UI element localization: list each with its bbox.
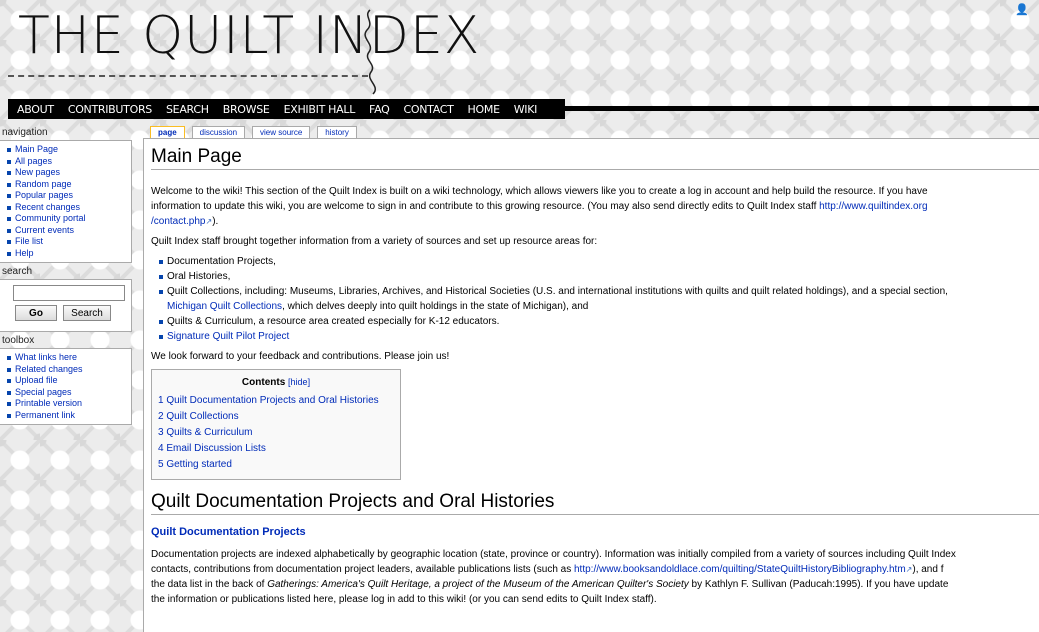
toolbox-title: toolbox: [2, 335, 35, 346]
gatherings-title: Gatherings: America's Quilt Heritage, a …: [267, 579, 689, 590]
toolbox-permanent-link[interactable]: Permanent link: [5, 410, 131, 422]
nav-popular-pages[interactable]: Popular pages: [5, 190, 131, 202]
contact-link-cont[interactable]: /contact.php: [151, 216, 205, 227]
nav-file-list[interactable]: File list: [5, 236, 131, 248]
doc-paragraph-line-3: the data list in the back of Gatherings:…: [151, 577, 1039, 592]
bibliography-link[interactable]: http://www.booksandoldlace.com/quilting/…: [574, 564, 906, 575]
doc-paragraph-line-2: contacts, contributions from documentati…: [151, 562, 1039, 577]
toolbox-special-pages[interactable]: Special pages: [5, 387, 131, 399]
nav-random-page[interactable]: Random page: [5, 179, 131, 191]
user-icon[interactable]: 👤: [1015, 3, 1029, 16]
intro-paragraph-line-3: /contact.php↗).: [151, 214, 1039, 229]
search-input[interactable]: [13, 285, 125, 301]
topnav-browse[interactable]: BROWSE: [223, 103, 270, 116]
intro-text: information to update this wiki, you are…: [151, 201, 820, 212]
main-content: Main Page Welcome to the wiki! This sect…: [143, 138, 1039, 632]
section-heading: Quilt Documentation Projects and Oral Hi…: [151, 490, 1039, 515]
search-button[interactable]: Search: [63, 305, 111, 321]
toc-item[interactable]: 2 Quilt Collections: [158, 409, 394, 425]
list-item: Oral Histories,: [159, 269, 1039, 284]
nav-main-page[interactable]: Main Page: [5, 144, 131, 156]
topnav-home[interactable]: HOME: [468, 103, 500, 116]
doc-text: the data list in the back of: [151, 579, 268, 590]
list-item: Documentation Projects,: [159, 254, 1039, 269]
toc-title: Contents [hide]: [158, 377, 394, 388]
doc-text: contacts, contributions from documentati…: [151, 564, 574, 575]
search-portlet: Go Search: [0, 279, 132, 332]
contact-link[interactable]: http://www.quiltindex.org: [819, 201, 927, 212]
list-item-text: Quilt Collections, including: Museums, L…: [167, 286, 948, 297]
intro-end: ).: [212, 216, 219, 227]
nav-all-pages[interactable]: All pages: [5, 156, 131, 168]
list-item: Quilt Collections, including: Museums, L…: [159, 284, 1039, 314]
navigation-portlet: Main Page All pages New pages Random pag…: [0, 140, 132, 263]
toc-item[interactable]: 5 Getting started: [158, 457, 394, 473]
topnav-search[interactable]: SEARCH: [166, 103, 209, 116]
nav-current-events[interactable]: Current events: [5, 225, 131, 237]
navigation-title: navigation: [2, 127, 48, 138]
logo-dashed-underline: [8, 75, 368, 77]
michigan-collections-link[interactable]: Michigan Quilt Collections: [167, 301, 282, 312]
topnav-faq[interactable]: FAQ: [369, 103, 390, 116]
nav-recent-changes[interactable]: Recent changes: [5, 202, 131, 214]
tab-discussion[interactable]: discussion: [191, 126, 246, 138]
toc-item[interactable]: 3 Quilts & Curriculum: [158, 425, 394, 441]
sidebar: navigation Main Page All pages New pages…: [0, 126, 132, 427]
toc-item[interactable]: 1 Quilt Documentation Projects and Oral …: [158, 393, 394, 409]
list-item: Signature Quilt Pilot Project: [159, 329, 1039, 344]
topnav-about[interactable]: ABOUT: [17, 103, 54, 116]
tab-history[interactable]: history: [317, 126, 357, 138]
site-logo[interactable]: THE QUILT INDEX: [18, 10, 480, 62]
nav-community-portal[interactable]: Community portal: [5, 213, 131, 225]
toolbox-related-changes[interactable]: Related changes: [5, 364, 131, 376]
doc-paragraph-line-4: the information or publications listed h…: [151, 594, 657, 605]
resources-intro: Quilt Index staff brought together infor…: [151, 236, 598, 247]
nav-help[interactable]: Help: [5, 248, 131, 260]
topnav-contact[interactable]: CONTACT: [403, 103, 453, 116]
doc-paragraph-line-1: Documentation projects are indexed alpha…: [151, 549, 956, 560]
tab-view-source[interactable]: view source: [252, 126, 311, 138]
doc-text: ), and f: [912, 564, 944, 575]
feedback-text: We look forward to your feedback and con…: [151, 351, 450, 362]
nav-new-pages[interactable]: New pages: [5, 167, 131, 179]
intro-paragraph-line-1: Welcome to the wiki! This section of the…: [151, 186, 928, 197]
subsection-heading: Quilt Documentation Projects: [151, 526, 306, 538]
toolbox-what-links-here[interactable]: What links here: [5, 352, 131, 364]
topnav-divider-line: [565, 106, 1039, 111]
toc-item[interactable]: 4 Email Discussion Lists: [158, 441, 394, 457]
signature-quilt-link[interactable]: Signature Quilt Pilot Project: [167, 331, 289, 342]
toc-heading: Contents: [241, 377, 286, 388]
topnav-exhibit-hall[interactable]: EXHIBIT HALL: [284, 103, 356, 116]
toolbox-printable-version[interactable]: Printable version: [5, 398, 131, 410]
toolbox-upload-file[interactable]: Upload file: [5, 375, 131, 387]
resources-list: Documentation Projects, Oral Histories, …: [159, 254, 1039, 344]
top-navigation-bar: ABOUT CONTRIBUTORS SEARCH BROWSE EXHIBIT…: [8, 99, 565, 119]
go-button[interactable]: Go: [15, 305, 57, 321]
page-tabs: page discussion view source history: [150, 126, 364, 138]
doc-text: by Kathlyn F. Sullivan (Paducah:1995). I…: [688, 579, 949, 590]
search-title: search: [2, 266, 33, 277]
list-item: Quilts & Curriculum, a resource area cre…: [159, 314, 1039, 329]
intro-paragraph-line-2: information to update this wiki, you are…: [151, 199, 1039, 214]
topnav-wiki[interactable]: WIKI: [514, 103, 538, 116]
page-title: Main Page: [151, 145, 1039, 170]
logo-swirl-decoration: [364, 9, 376, 95]
toc-hide-link[interactable]: [hide]: [288, 377, 310, 387]
list-item-text: , which delves deeply into quilt holding…: [282, 301, 589, 312]
table-of-contents: Contents [hide] 1 Quilt Documentation Pr…: [151, 369, 401, 480]
topnav-contributors[interactable]: CONTRIBUTORS: [68, 103, 152, 116]
toolbox-portlet: What links here Related changes Upload f…: [0, 348, 132, 425]
tab-page[interactable]: page: [150, 126, 185, 138]
